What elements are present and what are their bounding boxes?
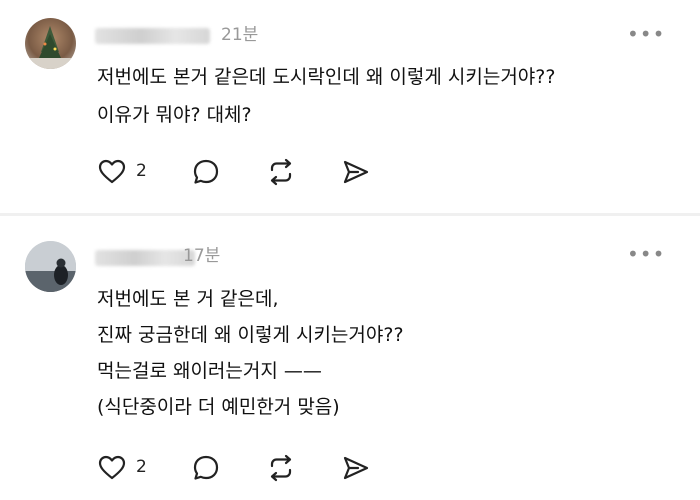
like-count: 2 (136, 457, 147, 477)
more-options-icon[interactable]: ••• (627, 244, 665, 264)
action-bar: 2 (97, 157, 397, 187)
repost-button[interactable] (266, 453, 296, 483)
comment-text-line: 이유가 뭐야? 대체? (97, 104, 252, 126)
heart-icon (98, 159, 126, 184)
comment-bubble-icon (193, 159, 219, 184)
comment-text-line: 먹는걸로 왜이러는거지 —— (97, 360, 322, 382)
repost-icon (270, 158, 292, 186)
send-icon (343, 160, 369, 184)
like-button[interactable] (97, 453, 127, 483)
comment-text-line: 진짜 궁금한데 왜 이렇게 시키는거야?? (97, 324, 404, 346)
timestamp: 17분 (183, 246, 221, 266)
action-bar: 2 (97, 453, 397, 483)
heart-icon (98, 455, 126, 480)
more-options-icon[interactable]: ••• (627, 24, 665, 44)
comment-text-line: 저번에도 본 거 같은데, (97, 288, 279, 310)
comment-bubble-icon (193, 455, 219, 480)
username-blurred[interactable] (95, 28, 210, 44)
send-icon (343, 456, 369, 480)
reply-button[interactable] (191, 157, 221, 187)
like-button[interactable] (97, 157, 127, 187)
comment-text-line: (식단중이라 더 예민한거 맞음) (97, 396, 340, 418)
reply-button[interactable] (191, 453, 221, 483)
share-button[interactable] (341, 157, 371, 187)
like-count: 2 (136, 161, 147, 181)
repost-button[interactable] (266, 157, 296, 187)
repost-icon (270, 454, 292, 482)
comment-text-line: 저번에도 본거 같은데 도시락인데 왜 이렇게 시키는거야?? (97, 66, 556, 88)
timestamp: 21분 (221, 25, 259, 45)
avatar[interactable] (25, 18, 76, 69)
avatar[interactable] (25, 241, 76, 292)
share-button[interactable] (341, 453, 371, 483)
comment-post: 17분 ••• 저번에도 본 거 같은데, 진짜 궁금한데 왜 이렇게 시키는거… (0, 216, 700, 500)
username-blurred[interactable] (95, 250, 195, 266)
comment-post: 21분 ••• 저번에도 본거 같은데 도시락인데 왜 이렇게 시키는거야?? … (0, 0, 700, 213)
